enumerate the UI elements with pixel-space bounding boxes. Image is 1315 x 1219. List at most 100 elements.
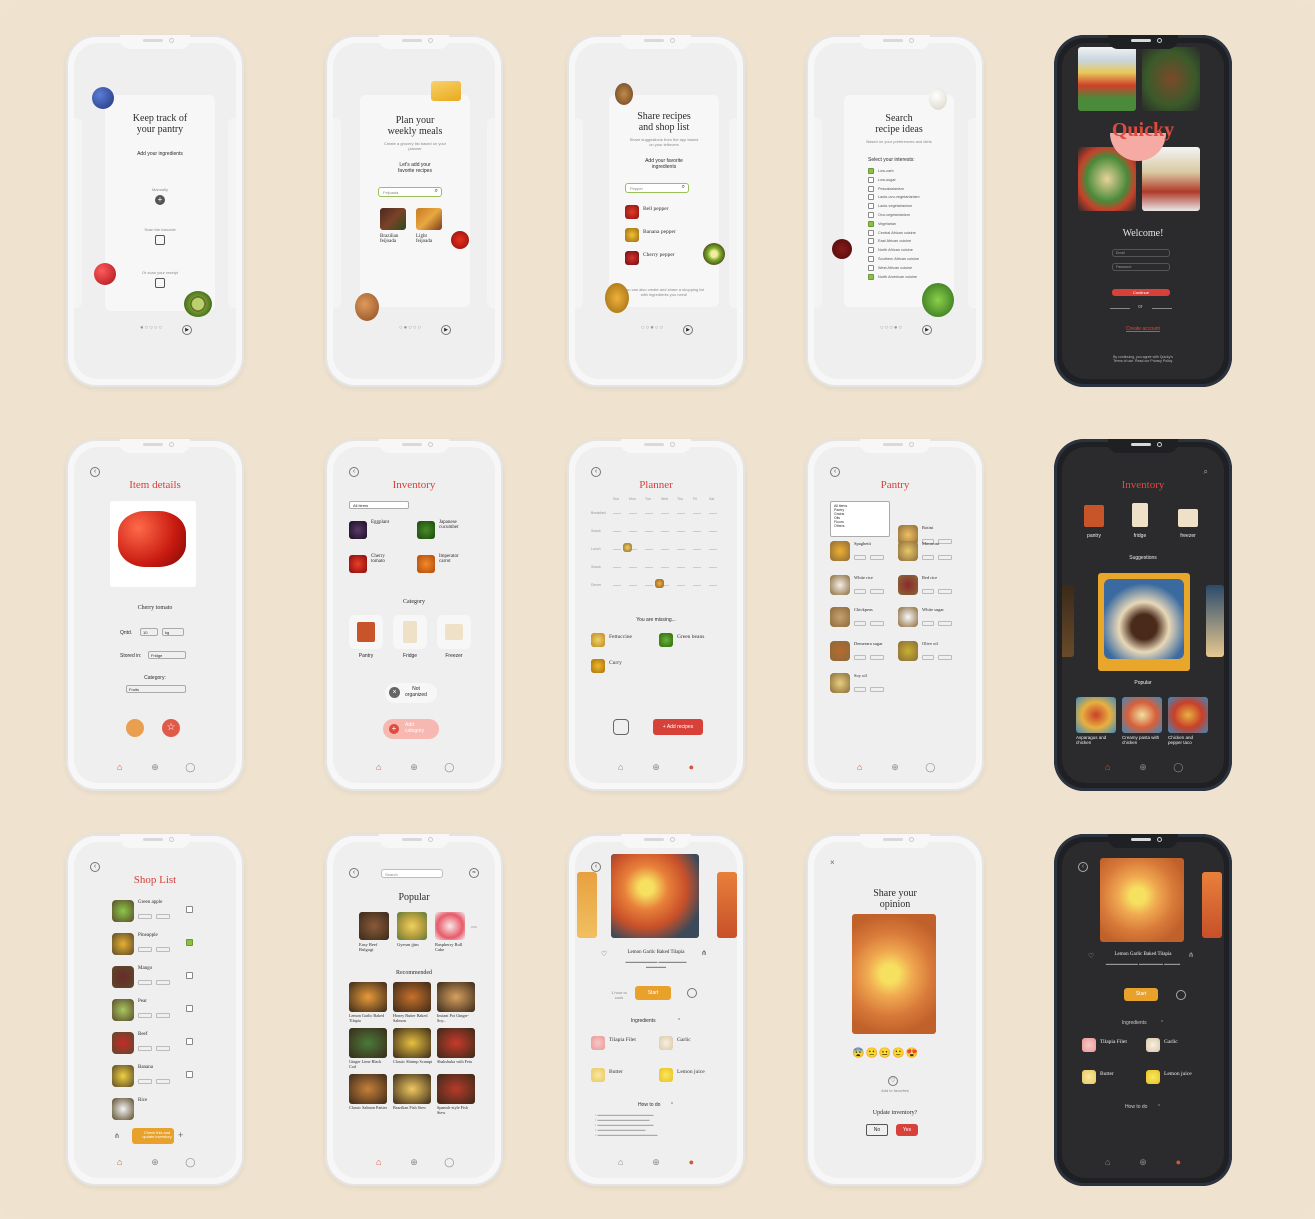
checkbox[interactable] xyxy=(868,247,874,254)
home-icon[interactable]: ⌂ xyxy=(114,1157,126,1168)
home-icon[interactable]: ⌂ xyxy=(114,762,126,773)
recipe-card[interactable]: Spanish-style Fish Stew xyxy=(437,1074,477,1118)
unit-select[interactable] xyxy=(870,621,884,626)
checkbox[interactable] xyxy=(186,972,193,979)
no-button[interactable]: No xyxy=(866,1124,888,1136)
search-icon[interactable]: ⌕ xyxy=(1204,467,1208,477)
planner-slot[interactable] xyxy=(613,549,621,550)
planner-slot[interactable] xyxy=(693,585,701,586)
back-icon[interactable]: ‹ xyxy=(591,862,601,872)
unit-select[interactable] xyxy=(156,914,170,919)
qty-input[interactable] xyxy=(854,589,866,594)
planner-slot[interactable] xyxy=(613,513,621,514)
unit-select[interactable] xyxy=(156,1079,170,1084)
pantry-item[interactable]: Red rice xyxy=(898,573,964,603)
interest-item[interactable]: Low-sugar xyxy=(868,176,952,185)
interest-item[interactable]: Lacto-ovo-vegetarianism xyxy=(868,194,952,202)
qty-input[interactable] xyxy=(854,687,866,692)
ingredient-item[interactable]: Lemon juice xyxy=(659,1068,737,1082)
pantry-item[interactable]: White sugar xyxy=(898,605,964,635)
planner-slot[interactable] xyxy=(709,567,717,568)
close-icon[interactable]: × xyxy=(830,858,835,867)
planner-slot[interactable] xyxy=(677,585,685,586)
checkbox[interactable] xyxy=(868,273,874,280)
qty-input[interactable] xyxy=(138,980,152,985)
image-icon[interactable] xyxy=(126,719,144,737)
recipe-card[interactable]: Instant Pot Ginger-Soy... xyxy=(437,982,477,1026)
camera-icon[interactable] xyxy=(155,235,165,245)
qty-input[interactable] xyxy=(138,1046,152,1051)
eggplant-image[interactable] xyxy=(349,521,367,539)
add-icon[interactable]: ⊕ xyxy=(650,762,662,773)
add-icon[interactable]: + xyxy=(178,1130,183,1140)
start-button[interactable]: Start xyxy=(635,986,671,1000)
back-icon[interactable]: ‹ xyxy=(90,862,100,872)
freezer-icon[interactable] xyxy=(1178,509,1198,527)
not-organized-category[interactable]: × Not organized xyxy=(385,683,437,703)
qty-input[interactable] xyxy=(922,621,934,626)
shop-item[interactable]: Mango xyxy=(112,966,202,994)
checkbox[interactable] xyxy=(186,906,193,913)
profile-icon[interactable]: ◯ xyxy=(443,762,455,773)
checkbox[interactable] xyxy=(868,256,874,262)
recipe-image[interactable] xyxy=(397,912,427,940)
add-recipes-button[interactable]: + Add recipes xyxy=(653,719,703,735)
qty-input[interactable]: 10 xyxy=(140,628,158,636)
planner-slot[interactable] xyxy=(677,549,685,550)
next-icon[interactable]: ▶ xyxy=(683,325,693,335)
list-item[interactable]: Green beans xyxy=(659,633,737,647)
planner-slot[interactable] xyxy=(629,531,637,532)
checkbox[interactable] xyxy=(868,185,874,192)
planner-slot[interactable] xyxy=(613,531,621,532)
qty-input[interactable] xyxy=(138,914,152,919)
shop-item[interactable]: Pear xyxy=(112,999,202,1027)
checkbox[interactable] xyxy=(868,264,874,271)
calendar-icon[interactable] xyxy=(613,719,629,735)
planner-slot[interactable] xyxy=(645,513,653,514)
add-icon[interactable]: ⊕ xyxy=(408,762,420,773)
checkbox[interactable] xyxy=(186,1071,193,1078)
page-dots[interactable]: ○○●○○ xyxy=(641,325,664,331)
planner-slot[interactable] xyxy=(677,567,685,568)
unit-select[interactable] xyxy=(870,687,884,692)
back-icon[interactable]: ‹ xyxy=(349,467,359,477)
interest-item[interactable]: Southern African cuisine xyxy=(868,256,952,264)
planner-slot[interactable] xyxy=(629,567,637,568)
planner-slot[interactable] xyxy=(693,531,701,532)
add-icon[interactable]: ⊕ xyxy=(1137,1157,1149,1168)
emoji-happy-icon[interactable]: 🙂 xyxy=(892,1048,905,1059)
planner-slot[interactable] xyxy=(709,513,717,514)
qty-input[interactable] xyxy=(922,655,934,660)
next-icon[interactable]: ▶ xyxy=(922,325,932,335)
pantry-item[interactable]: Olive oil xyxy=(898,639,964,669)
planner-slot[interactable] xyxy=(661,513,669,514)
unit-select[interactable] xyxy=(156,980,170,985)
unit-select[interactable] xyxy=(870,655,884,660)
list-item[interactable]: Curry xyxy=(591,659,711,673)
back-icon[interactable]: ‹ xyxy=(1078,862,1088,872)
search-input[interactable]: Pepper ⌕ xyxy=(625,183,689,193)
planner-slot[interactable] xyxy=(693,549,701,550)
share-icon[interactable]: ⋔ xyxy=(701,949,707,957)
recipe-image[interactable] xyxy=(359,912,389,940)
recipe-image[interactable] xyxy=(380,208,406,230)
qty-input[interactable] xyxy=(138,947,152,952)
yes-button[interactable]: Yes xyxy=(896,1124,918,1136)
continue-button[interactable]: Continue xyxy=(1112,289,1170,296)
unit-select[interactable] xyxy=(938,655,952,660)
interest-item[interactable]: Central African cuisine xyxy=(868,229,952,238)
back-icon[interactable]: ‹ xyxy=(830,467,840,477)
prev-recipe-image[interactable] xyxy=(577,872,597,938)
recipe-card[interactable]: Brazilian Fish Stew xyxy=(393,1074,433,1118)
next-icon[interactable]: ▶ xyxy=(182,325,192,335)
recipe-image[interactable] xyxy=(435,912,465,940)
freezer-category[interactable] xyxy=(437,615,471,649)
add-icon[interactable]: ⊕ xyxy=(1137,762,1149,773)
unit-select[interactable] xyxy=(938,589,952,594)
qty-input[interactable] xyxy=(138,1079,152,1084)
search-input[interactable]: Feijoada ⌕ xyxy=(378,187,442,197)
profile-icon[interactable]: ◯ xyxy=(184,1157,196,1168)
planner-slot[interactable] xyxy=(645,567,653,568)
planned-meal-image[interactable] xyxy=(623,543,632,552)
profile-icon[interactable]: ◯ xyxy=(924,762,936,773)
